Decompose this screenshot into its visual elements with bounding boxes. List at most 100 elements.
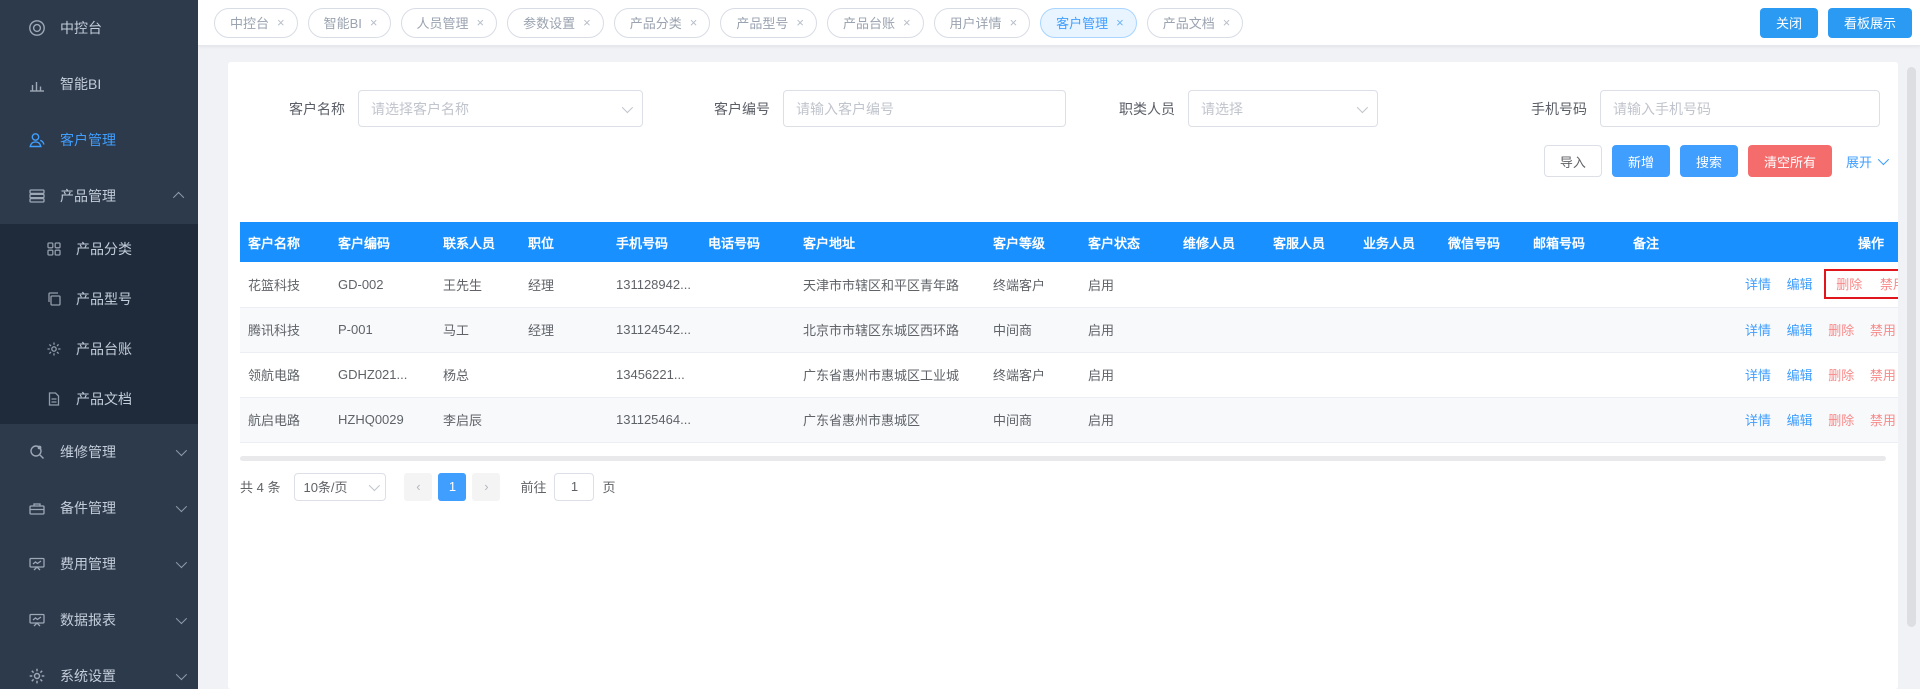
sidebar-item-data-report[interactable]: 数据报表 xyxy=(0,592,198,648)
document-icon xyxy=(46,391,62,407)
column-header: 联系人员 xyxy=(435,222,520,262)
sidebar-subitem-product-ledger[interactable]: 产品台账 xyxy=(0,324,198,374)
sidebar-subitem-label: 产品台账 xyxy=(76,339,132,359)
product-submenu: 产品分类 产品型号 产品台账 产品文档 xyxy=(0,224,198,424)
close-icon[interactable]: × xyxy=(796,16,804,29)
edit-link[interactable]: 编辑 xyxy=(1787,413,1813,428)
column-header: 电话号码 xyxy=(700,222,795,262)
sidebar-item-console[interactable]: 中控台 xyxy=(0,0,198,56)
edit-link[interactable]: 编辑 xyxy=(1787,323,1813,338)
next-page-button[interactable]: › xyxy=(472,473,500,501)
edit-link[interactable]: 编辑 xyxy=(1787,277,1813,292)
tab-product-category[interactable]: 产品分类× xyxy=(614,8,711,38)
chevron-down-icon xyxy=(1878,154,1889,165)
select-placeholder: 请选择 xyxy=(1201,99,1243,119)
disable-link[interactable]: 禁用 xyxy=(1870,413,1896,428)
disable-link[interactable]: 禁用 xyxy=(1880,277,1898,292)
phone-input[interactable] xyxy=(1600,90,1880,127)
tab-param-settings[interactable]: 参数设置× xyxy=(507,8,604,38)
server-stack-icon xyxy=(28,187,46,205)
table-row: 航启电路 HZHQ0029 李启辰 131125464... 广东省惠州市惠城区… xyxy=(240,397,1898,442)
tab-product-ledger[interactable]: 产品台账× xyxy=(827,8,924,38)
current-page-button[interactable]: 1 xyxy=(438,473,466,501)
close-page-button[interactable]: 关闭 xyxy=(1760,8,1818,38)
goto-page-input[interactable] xyxy=(554,473,594,501)
sidebar-item-smart-bi[interactable]: 智能BI xyxy=(0,56,198,112)
delete-link[interactable]: 删除 xyxy=(1828,368,1854,383)
top-tab-bar: 中控台× 智能BI× 人员管理× 参数设置× 产品分类× 产品型号× 产品台账×… xyxy=(198,0,1920,46)
tab-personnel-mgmt[interactable]: 人员管理× xyxy=(401,8,498,38)
grid-icon xyxy=(46,241,62,257)
sidebar-item-expense-mgmt[interactable]: 费用管理 xyxy=(0,536,198,592)
filter-customer-name: 客户名称 请选择客户名称 xyxy=(283,90,643,127)
sidebar-item-label: 数据报表 xyxy=(60,610,116,630)
column-header: 客户地址 xyxy=(795,222,985,262)
target-icon xyxy=(28,19,46,37)
customer-mgmt-panel: 客户名称 请选择客户名称 客户编号 职类人员 请选择 手机号码 导入 新增 搜索… xyxy=(228,62,1898,689)
close-icon[interactable]: × xyxy=(903,16,911,29)
customer-name-label: 客户名称 xyxy=(283,99,345,119)
column-header: 客户编码 xyxy=(330,222,435,262)
import-button[interactable]: 导入 xyxy=(1544,145,1602,177)
board-display-button[interactable]: 看板展示 xyxy=(1828,8,1912,38)
toolbox-icon xyxy=(28,499,46,517)
chevron-up-icon xyxy=(173,192,184,203)
page-size-select[interactable]: 10条/页 xyxy=(294,473,386,501)
sidebar-item-label: 维修管理 xyxy=(60,442,116,462)
goto-suffix-label: 页 xyxy=(602,477,615,496)
customer-name-select[interactable]: 请选择客户名称 xyxy=(358,90,643,127)
sidebar-item-product-mgmt[interactable]: 产品管理 xyxy=(0,168,198,224)
close-icon[interactable]: × xyxy=(1116,16,1124,29)
column-header-actions: 操作 xyxy=(1725,222,1898,262)
copy-icon xyxy=(46,291,62,307)
sidebar-subitem-product-category[interactable]: 产品分类 xyxy=(0,224,198,274)
bar-chart-icon xyxy=(28,75,46,93)
tab-user-detail[interactable]: 用户详情× xyxy=(934,8,1031,38)
close-icon[interactable]: × xyxy=(583,16,591,29)
sidebar-subitem-product-model[interactable]: 产品型号 xyxy=(0,274,198,324)
close-icon[interactable]: × xyxy=(690,16,698,29)
close-icon[interactable]: × xyxy=(1223,16,1231,29)
detail-link[interactable]: 详情 xyxy=(1745,323,1771,338)
close-icon[interactable]: × xyxy=(477,16,485,29)
disable-link[interactable]: 禁用 xyxy=(1870,323,1896,338)
customer-no-input[interactable] xyxy=(783,90,1066,127)
delete-link[interactable]: 删除 xyxy=(1836,277,1862,292)
disable-link[interactable]: 禁用 xyxy=(1870,368,1896,383)
close-icon[interactable]: × xyxy=(1010,16,1018,29)
vertical-scrollbar[interactable] xyxy=(1904,47,1920,689)
vertical-scrollbar-thumb[interactable] xyxy=(1907,67,1916,627)
delete-link[interactable]: 删除 xyxy=(1828,323,1854,338)
sidebar-item-customer-mgmt[interactable]: 客户管理 xyxy=(0,112,198,168)
tab-console[interactable]: 中控台× xyxy=(214,8,298,38)
tab-product-doc[interactable]: 产品文档× xyxy=(1147,8,1244,38)
close-icon[interactable]: × xyxy=(277,16,285,29)
tab-product-model[interactable]: 产品型号× xyxy=(720,8,817,38)
sidebar-item-spare-parts-mgmt[interactable]: 备件管理 xyxy=(0,480,198,536)
filter-row: 客户名称 请选择客户名称 客户编号 职类人员 请选择 手机号码 xyxy=(228,90,1898,128)
table-row: 花篮科技 GD-002 王先生 经理 131128942... 天津市市辖区和平… xyxy=(240,262,1898,307)
sidebar-item-label: 产品管理 xyxy=(60,186,116,206)
edit-link[interactable]: 编辑 xyxy=(1787,368,1813,383)
staff-select[interactable]: 请选择 xyxy=(1188,90,1378,127)
detail-link[interactable]: 详情 xyxy=(1745,368,1771,383)
close-icon[interactable]: × xyxy=(370,16,378,29)
delete-link[interactable]: 删除 xyxy=(1828,413,1854,428)
expand-link[interactable]: 展开 xyxy=(1846,152,1886,171)
horizontal-scrollbar[interactable] xyxy=(240,456,1886,461)
sidebar-item-repair-mgmt[interactable]: 维修管理 xyxy=(0,424,198,480)
sidebar-item-label: 智能BI xyxy=(60,74,101,94)
tab-customer-mgmt[interactable]: 客户管理× xyxy=(1040,8,1137,38)
add-button[interactable]: 新增 xyxy=(1612,145,1670,177)
sidebar-item-system-settings[interactable]: 系统设置 xyxy=(0,648,198,689)
tab-smart-bi[interactable]: 智能BI× xyxy=(308,8,391,38)
detail-link[interactable]: 详情 xyxy=(1745,413,1771,428)
clear-all-button[interactable]: 清空所有 xyxy=(1748,145,1832,177)
detail-link[interactable]: 详情 xyxy=(1745,277,1771,292)
search-button[interactable]: 搜索 xyxy=(1680,145,1738,177)
repair-icon xyxy=(28,443,46,461)
prev-page-button[interactable]: ‹ xyxy=(404,473,432,501)
table-header: 客户名称 客户编码 联系人员 职位 手机号码 电话号码 客户地址 客户等级 客户… xyxy=(240,222,1898,262)
sidebar-subitem-product-doc[interactable]: 产品文档 xyxy=(0,374,198,424)
sidebar-item-label: 费用管理 xyxy=(60,554,116,574)
